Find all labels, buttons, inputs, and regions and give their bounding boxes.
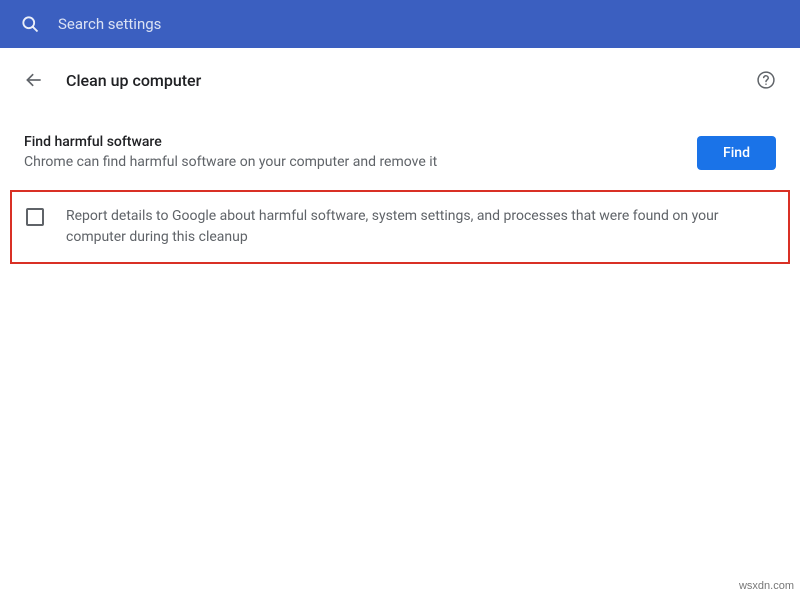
search-bar (0, 0, 800, 48)
report-option-row: Report details to Google about harmful s… (10, 190, 790, 264)
section-description: Chrome can find harmful software on your… (24, 154, 677, 170)
search-icon (20, 14, 40, 34)
page-header: Clean up computer (0, 52, 800, 108)
watermark: wsxdn.com (739, 580, 794, 592)
find-harmful-section: Find harmful software Chrome can find ha… (24, 120, 776, 190)
report-checkbox-label: Report details to Google about harmful s… (66, 206, 774, 248)
back-arrow-icon[interactable] (24, 70, 44, 90)
report-checkbox[interactable] (26, 208, 44, 226)
section-title: Find harmful software (24, 134, 677, 150)
find-button[interactable]: Find (697, 136, 776, 170)
search-input[interactable] (58, 15, 780, 33)
content-area: Find harmful software Chrome can find ha… (0, 108, 800, 264)
help-icon[interactable] (756, 70, 776, 90)
section-text: Find harmful software Chrome can find ha… (24, 134, 677, 170)
page-title: Clean up computer (66, 71, 756, 90)
